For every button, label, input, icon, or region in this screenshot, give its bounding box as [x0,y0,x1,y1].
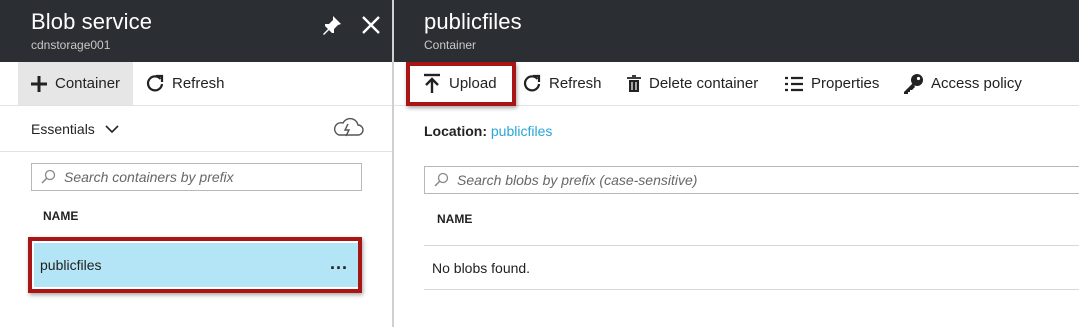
highlight-box [28,237,362,293]
search-icon [41,169,56,184]
container-header: publicfiles Container [394,0,1079,62]
list-icon [785,76,803,91]
blob-service-blade: Blob service cdnstorage001 Container Ref… [0,0,392,327]
refresh-button[interactable]: Refresh [145,62,225,105]
name-column-header: NAME [43,209,79,223]
location-row: Location: publicfiles [424,123,552,139]
essentials-toggle[interactable]: Essentials [31,121,119,137]
search-containers-input[interactable]: Search containers by prefix [31,163,362,191]
search-placeholder: Search containers by prefix [64,169,234,185]
essentials-bar: Essentials [0,106,392,152]
trash-icon [627,74,641,92]
refresh-label: Refresh [172,75,225,92]
access-policy-button[interactable]: Access policy [902,62,1022,105]
search-icon [434,172,449,187]
access-policy-label: Access policy [931,75,1022,92]
container-blade: publicfiles Container Upload Refresh Del… [394,0,1079,327]
table-footer-divider [424,289,1079,290]
plus-icon [31,75,47,92]
cloud-icon[interactable] [331,115,365,139]
add-container-button[interactable]: Container [18,62,133,105]
refresh-icon [523,74,541,91]
blade-title: publicfiles [424,9,522,34]
search-blobs-input[interactable]: Search blobs by prefix (case-sensitive) [424,166,1079,194]
name-column-header: NAME [437,212,473,226]
delete-container-label: Delete container [649,75,759,92]
blade-subtitle: Container [424,38,477,52]
left-toolbar: Container Refresh [0,62,392,106]
blade-title: Blob service [31,9,153,34]
properties-label: Properties [811,75,880,92]
refresh-icon [146,74,164,91]
blade-subtitle: cdnstorage001 [31,38,111,52]
delete-container-button[interactable]: Delete container [626,62,758,105]
search-placeholder: Search blobs by prefix (case-sensitive) [457,172,698,188]
chevron-down-icon [105,125,119,134]
refresh-button[interactable]: Refresh [522,62,602,105]
location-label: Location: [424,123,487,139]
location-link[interactable]: publicfiles [491,123,552,139]
table-header-divider [424,245,1079,246]
essentials-label: Essentials [31,121,95,137]
empty-message: No blobs found. [432,260,531,276]
blob-service-header: Blob service cdnstorage001 [0,0,392,62]
highlight-box [406,62,516,106]
key-icon [904,73,923,94]
close-icon[interactable] [360,14,382,36]
properties-button[interactable]: Properties [784,62,879,105]
refresh-label: Refresh [549,75,602,92]
pin-icon[interactable] [321,14,343,36]
add-container-label: Container [55,75,121,92]
